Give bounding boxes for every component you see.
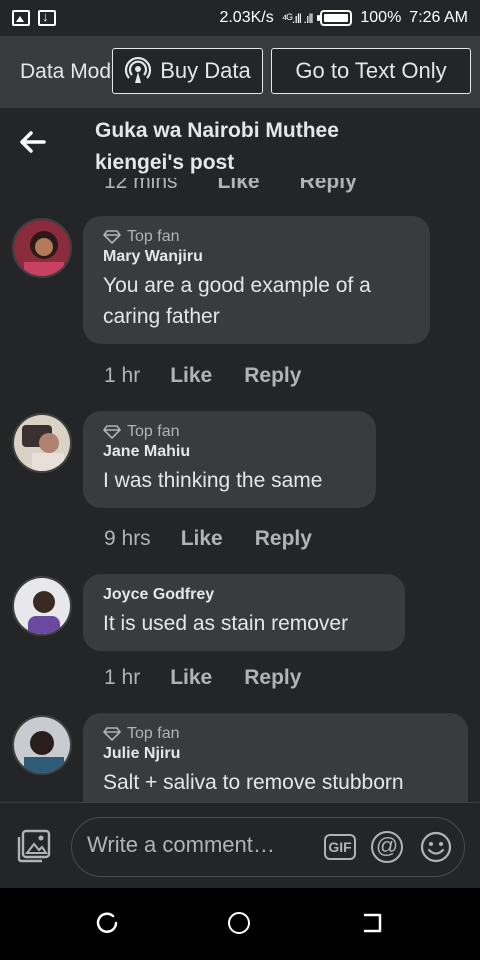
reply-button[interactable]: Reply xyxy=(255,527,312,551)
avatar[interactable] xyxy=(12,218,72,278)
diamond-icon xyxy=(103,425,121,439)
text-only-button[interactable]: Go to Text Only xyxy=(271,48,471,94)
back-nav-icon[interactable] xyxy=(362,912,384,934)
like-button[interactable]: Like xyxy=(181,527,223,551)
clock: 7:26 AM xyxy=(409,9,468,26)
comment-input[interactable] xyxy=(87,832,317,858)
comment-time: 9 hrs xyxy=(104,527,151,550)
status-bar: 2.03K/s ⁴ᴳ.ıll .ıll 100% 7:26 AM xyxy=(0,0,480,36)
comment-bubble[interactable]: Top fan Mary Wanjiru You are a good exam… xyxy=(83,216,430,344)
comment-time: 1 hr xyxy=(104,364,141,387)
badge-label: Top fan xyxy=(127,228,180,245)
signal-icon: ⁴ᴳ.ıll .ıll xyxy=(281,10,314,26)
comment-bubble[interactable]: Top fan Jane Mahiu I was thinking the sa… xyxy=(83,411,376,508)
badge-label: Top fan xyxy=(127,725,180,742)
post-header: Guka wa Nairobi Muthee kiengei's post xyxy=(0,108,480,178)
buy-data-label: Buy Data xyxy=(160,58,251,83)
comment-bubble[interactable]: Top fan Julie Njiru Salt + saliva to rem… xyxy=(83,713,468,802)
comment-bubble[interactable]: Joyce Godfrey It is used as stain remove… xyxy=(83,574,405,651)
comment-actions: 1 hr Like Reply xyxy=(104,364,301,388)
reply-button[interactable]: Reply xyxy=(244,364,301,388)
gif-icon[interactable]: GIF xyxy=(324,834,356,860)
like-button[interactable]: Like xyxy=(170,666,212,690)
battery-percent: 100% xyxy=(360,9,402,26)
comment-time: 1 hr xyxy=(104,666,141,689)
comment-text: Salt + saliva to remove stubborn xyxy=(103,771,404,794)
badge-label: Top fan xyxy=(127,423,180,440)
data-mode-label: Data Mode xyxy=(20,60,112,83)
avatar[interactable] xyxy=(12,576,72,636)
recent-apps-icon[interactable] xyxy=(96,912,118,934)
reply-button[interactable]: Reply xyxy=(244,666,301,690)
broadcast-icon xyxy=(125,57,152,83)
top-fan-badge: Top fan xyxy=(103,228,410,246)
comment-actions: 9 hrs Like Reply xyxy=(104,527,312,551)
post-title: Guka wa Nairobi Muthee kiengei's post xyxy=(95,119,339,174)
top-fan-badge: Top fan xyxy=(103,725,448,743)
battery-icon xyxy=(317,10,353,26)
buy-data-button[interactable]: Buy Data xyxy=(112,48,263,94)
comment-author[interactable]: Mary Wanjiru xyxy=(103,248,410,266)
comment-text: It is used as stain remover xyxy=(103,612,349,635)
comment-input-box[interactable]: GIF @ xyxy=(71,817,465,877)
top-fan-badge: Top fan xyxy=(103,423,356,441)
text-only-label: Go to Text Only xyxy=(295,58,447,83)
avatar[interactable] xyxy=(12,413,72,473)
emoji-icon[interactable] xyxy=(420,831,452,863)
reply-button[interactable]: Reply xyxy=(300,178,357,194)
like-button[interactable]: Like xyxy=(170,364,212,388)
comment-author[interactable]: Jane Mahiu xyxy=(103,443,356,461)
like-button[interactable]: Like xyxy=(218,178,260,194)
comment-composer: GIF @ xyxy=(0,802,480,888)
data-mode-bar: Data Mode Buy Data Go to Text Only xyxy=(0,36,480,108)
comment-author[interactable]: Joyce Godfrey xyxy=(103,586,385,604)
comment-time: 12 mins xyxy=(104,178,178,193)
avatar[interactable] xyxy=(12,715,72,775)
comment-text: You are a good example of a caring fathe… xyxy=(103,274,371,328)
mention-icon[interactable]: @ xyxy=(371,831,403,863)
partial-comment-actions: 12 mins Like Reply xyxy=(104,178,357,194)
back-arrow-icon[interactable] xyxy=(18,128,54,158)
comment-text: I was thinking the same xyxy=(103,469,323,492)
diamond-icon xyxy=(103,727,121,741)
download-notification-icon xyxy=(38,9,56,26)
comment-actions: 1 hr Like Reply xyxy=(104,666,301,690)
comments-feed[interactable]: 12 mins Like Reply Top fan Mary Wanjiru … xyxy=(0,178,480,802)
home-icon[interactable] xyxy=(228,912,250,934)
network-speed: 2.03K/s xyxy=(219,9,274,26)
diamond-icon xyxy=(103,230,121,244)
comment-author[interactable]: Julie Njiru xyxy=(103,745,448,763)
system-nav-bar xyxy=(0,888,480,960)
image-notification-icon xyxy=(12,10,30,26)
gallery-icon[interactable] xyxy=(16,828,52,864)
